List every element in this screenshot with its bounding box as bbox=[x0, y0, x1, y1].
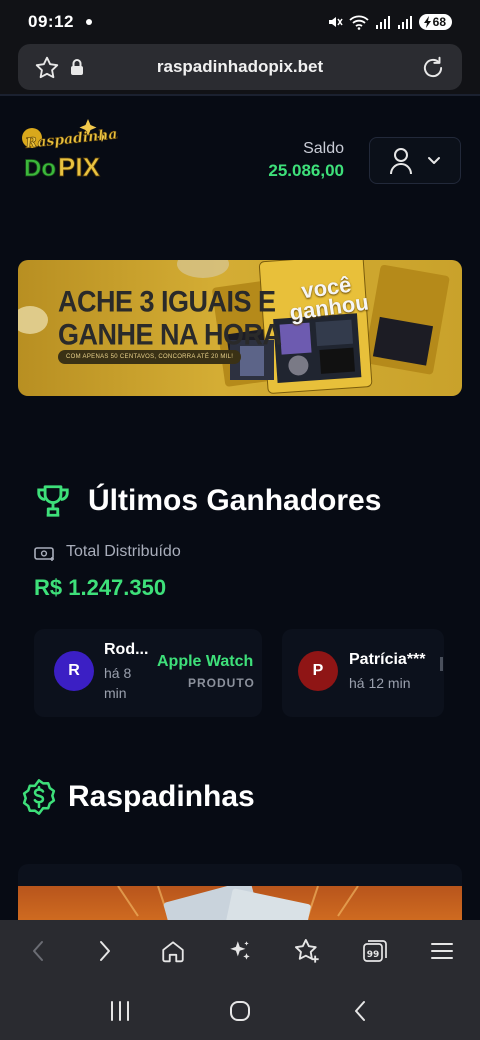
system-home-button[interactable] bbox=[215, 986, 265, 1036]
browser-toolbar: 99 bbox=[0, 920, 480, 982]
bookmarks-button[interactable] bbox=[282, 926, 332, 976]
notification-dot bbox=[85, 19, 92, 25]
banner-title: ACHE 3 IGUAIS E GANHE NA HORA bbox=[58, 285, 282, 351]
url-text: raspadinhadopix.bet bbox=[156, 57, 324, 76]
chevron-right-icon bbox=[100, 941, 111, 961]
total-distributed-label: Total Distribuído bbox=[66, 543, 181, 560]
web-page: Raspadinhas Do PIX Saldo 25.086,00 ACHE … bbox=[0, 94, 480, 920]
recent-apps-icon bbox=[111, 1001, 129, 1021]
charging-icon bbox=[423, 16, 431, 28]
banner-title-line-2: GANHE NA HORA bbox=[58, 318, 282, 351]
url-field[interactable]: raspadinhadopix.bet bbox=[18, 44, 462, 90]
system-back-button[interactable] bbox=[335, 986, 385, 1036]
total-distributed-value: R$ 1.247.350 bbox=[34, 575, 167, 600]
home-circle-icon bbox=[230, 1001, 250, 1021]
balance-label: Saldo bbox=[303, 140, 344, 157]
scratch-section-title: Raspadinhas bbox=[68, 780, 255, 813]
site-logo[interactable]: Raspadinhas Do PIX bbox=[18, 116, 126, 186]
status-bar: 09:12 68 bbox=[0, 0, 480, 44]
winners-title: Últimos Ganhadores bbox=[88, 484, 382, 517]
back-button[interactable] bbox=[13, 926, 63, 976]
user-menu-button[interactable] bbox=[369, 137, 461, 184]
tabs-button[interactable]: 99 bbox=[350, 926, 400, 976]
sparkle-icon bbox=[230, 941, 250, 960]
battery-indicator: 68 bbox=[418, 14, 452, 30]
logo-text-3: PIX bbox=[58, 152, 101, 182]
back-arrow-icon bbox=[355, 1001, 365, 1021]
winner-prize: Apple Watch bbox=[157, 653, 254, 670]
chevron-left-icon bbox=[32, 941, 43, 961]
winner-card[interactable]: R Rod... há 8 min Apple Watch PRODUTO bbox=[34, 629, 262, 717]
signal-icon bbox=[375, 16, 390, 29]
balance-value: 25.086,00 bbox=[268, 161, 344, 180]
status-time: 09:12 bbox=[28, 12, 74, 31]
scratch-section-header: Raspadinhas bbox=[20, 778, 255, 816]
system-navigation-bar bbox=[0, 982, 480, 1040]
signal-icon-2 bbox=[397, 16, 412, 29]
winner-time: há 8 min bbox=[104, 665, 132, 701]
winner-card[interactable]: P Patrícia*** há 12 min bbox=[282, 629, 444, 717]
logo-graphic: Raspadinhas Do PIX bbox=[22, 119, 126, 182]
mute-icon bbox=[328, 17, 343, 27]
scratch-card-image bbox=[18, 880, 462, 920]
logo-text-2: Do bbox=[24, 155, 56, 182]
winner-time: há 12 min bbox=[349, 675, 411, 691]
scratch-card-art bbox=[117, 880, 359, 920]
winner-prize-type: PRODUTO bbox=[188, 676, 255, 690]
home-icon bbox=[161, 941, 184, 963]
winners-header: Últimos Ganhadores bbox=[34, 482, 381, 520]
promo-banner[interactable]: ACHE 3 IGUAIS E GANHE NA HORA COM APENAS… bbox=[18, 260, 462, 396]
svg-text:99: 99 bbox=[367, 950, 380, 960]
money-icon bbox=[34, 547, 54, 561]
truncated-content-marker bbox=[440, 657, 443, 671]
home-button[interactable] bbox=[148, 926, 198, 976]
banner-subtitle: COM APENAS 50 CENTAVOS, CONCORRA ATÉ 20 … bbox=[58, 350, 242, 364]
reload-icon[interactable] bbox=[420, 55, 446, 81]
banner-title-line-1: ACHE 3 IGUAIS E bbox=[58, 285, 276, 318]
avatar: P bbox=[298, 651, 338, 691]
scratch-card[interactable] bbox=[18, 864, 462, 920]
chevron-down-icon bbox=[428, 156, 440, 164]
logo-text-1: Raspadinhas bbox=[24, 126, 118, 153]
winner-name: Patrícia*** bbox=[349, 651, 426, 668]
star-add-icon bbox=[295, 938, 320, 963]
dollar-badge-icon bbox=[22, 779, 56, 815]
recent-apps-button[interactable] bbox=[95, 986, 145, 1036]
avatar: R bbox=[54, 651, 94, 691]
status-icons: 68 bbox=[327, 14, 452, 30]
battery-level: 68 bbox=[432, 15, 446, 29]
ai-assistant-button[interactable] bbox=[215, 926, 265, 976]
tabs-icon: 99 bbox=[362, 940, 387, 962]
user-icon bbox=[390, 147, 412, 174]
forward-button[interactable] bbox=[80, 926, 130, 976]
trophy-icon bbox=[37, 485, 69, 517]
header-divider bbox=[0, 94, 480, 96]
menu-button[interactable] bbox=[417, 926, 467, 976]
wifi-icon bbox=[349, 15, 369, 30]
hamburger-menu-icon bbox=[431, 943, 454, 959]
browser-address-bar: raspadinhadopix.bet bbox=[0, 44, 480, 94]
winner-name: Rod... bbox=[104, 641, 149, 658]
